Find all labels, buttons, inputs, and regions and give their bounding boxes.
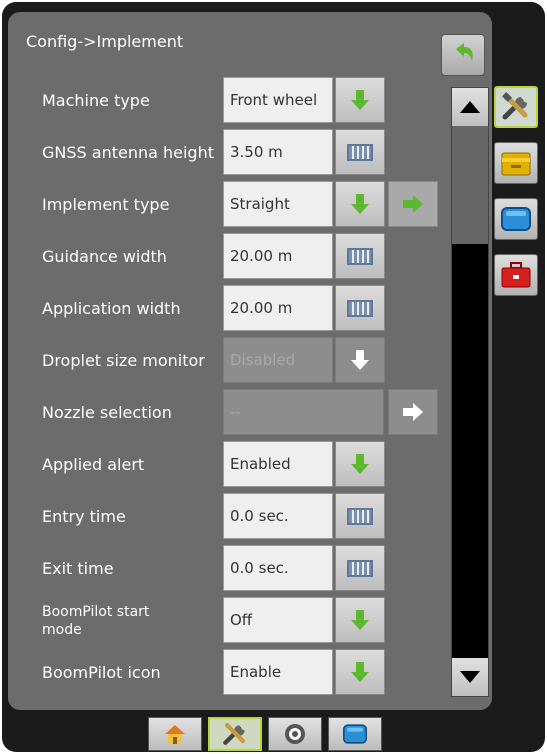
green-right-arrow-icon (403, 195, 423, 213)
nozzle-selection-next-button (388, 389, 438, 435)
row-gnss-antenna-height: GNSS antenna height 3.50 m (8, 129, 448, 177)
tab-toolbox[interactable] (494, 254, 538, 296)
keyboard-icon (347, 559, 373, 577)
tab-data-folder[interactable] (494, 142, 538, 184)
label-exit-time: Exit time (42, 559, 114, 578)
keyboard-icon (347, 507, 373, 525)
yellow-folder-icon (501, 152, 531, 176)
tools-icon (223, 723, 246, 745)
label-gnss-antenna-height: GNSS antenna height (42, 143, 214, 162)
boompilot-icon-dropdown-button[interactable] (335, 649, 385, 695)
label-machine-type: Machine type (42, 91, 150, 110)
droplet-size-monitor-field: Disabled (223, 337, 333, 383)
label-application-width: Application width (42, 299, 181, 318)
boompilot-start-mode-dropdown-button[interactable] (335, 597, 385, 643)
gnss-antenna-height-keyboard-button[interactable] (335, 129, 385, 175)
implement-type-field[interactable]: Straight (223, 181, 333, 227)
keyboard-icon (347, 143, 373, 161)
tab-console[interactable] (494, 198, 538, 240)
blue-screen-icon (501, 207, 531, 231)
triangle-up-icon (460, 101, 480, 113)
green-down-arrow-icon (351, 454, 369, 474)
keyboard-icon (347, 247, 373, 265)
row-implement-type: Implement type Straight (8, 181, 448, 229)
row-boompilot-start-mode: BoomPilot start mode Off (8, 597, 448, 645)
label-nozzle-selection: Nozzle selection (42, 403, 172, 422)
scrollbar-thumb[interactable] (452, 126, 488, 244)
guidance-width-field[interactable]: 20.00 m (223, 233, 333, 279)
scrollbar[interactable] (451, 87, 489, 697)
green-down-arrow-icon (351, 610, 369, 630)
exit-time-field[interactable]: 0.0 sec. (223, 545, 333, 591)
application-width-field[interactable]: 20.00 m (223, 285, 333, 331)
label-boompilot-start-mode: BoomPilot start mode (42, 604, 150, 638)
entry-time-keyboard-button[interactable] (335, 493, 385, 539)
scroll-down-button[interactable] (452, 658, 488, 696)
device-frame: Config->Implement Machine type Front whe… (2, 2, 545, 752)
triangle-down-icon (460, 671, 480, 683)
row-boompilot-icon: BoomPilot icon Enable (8, 649, 448, 697)
home-button[interactable] (148, 717, 202, 751)
row-exit-time: Exit time 0.0 sec. (8, 545, 448, 593)
row-guidance-width: Guidance width 20.00 m (8, 233, 448, 281)
applied-alert-dropdown-button[interactable] (335, 441, 385, 487)
implement-type-dropdown-button[interactable] (335, 181, 385, 227)
applied-alert-field[interactable]: Enabled (223, 441, 333, 487)
label-implement-type: Implement type (42, 195, 170, 214)
machine-type-field[interactable]: Front wheel (223, 77, 333, 123)
red-toolbox-icon (501, 262, 531, 288)
exit-time-keyboard-button[interactable] (335, 545, 385, 591)
boompilot-start-mode-field[interactable]: Off (223, 597, 333, 643)
tools-button[interactable] (208, 717, 262, 751)
entry-time-field[interactable]: 0.0 sec. (223, 493, 333, 539)
scroll-up-button[interactable] (452, 88, 488, 126)
label-boompilot-icon: BoomPilot icon (42, 663, 161, 682)
row-droplet-size-monitor: Droplet size monitor Disabled (8, 337, 448, 385)
row-nozzle-selection: Nozzle selection -- (8, 389, 448, 437)
target-icon (285, 724, 305, 744)
tools-icon (502, 92, 528, 120)
config-panel: Config->Implement Machine type Front whe… (8, 12, 492, 710)
label-applied-alert: Applied alert (42, 455, 145, 474)
label-guidance-width: Guidance width (42, 247, 167, 266)
row-entry-time: Entry time 0.0 sec. (8, 493, 448, 541)
bottom-nav-bar (112, 717, 412, 753)
guidance-button[interactable] (268, 717, 322, 751)
droplet-size-monitor-dropdown-button (335, 337, 385, 383)
return-arrow-icon (456, 43, 473, 61)
boompilot-icon-field[interactable]: Enable (223, 649, 333, 695)
console-button[interactable] (328, 717, 382, 751)
home-icon (165, 725, 185, 744)
blue-screen-icon (343, 724, 367, 744)
label-droplet-size-monitor: Droplet size monitor (42, 351, 205, 370)
green-down-arrow-icon (351, 90, 369, 110)
page-title: Config->Implement (26, 32, 184, 51)
application-width-keyboard-button[interactable] (335, 285, 385, 331)
row-applied-alert: Applied alert Enabled (8, 441, 448, 489)
keyboard-icon (347, 299, 373, 317)
tab-tools[interactable] (494, 86, 538, 128)
green-down-arrow-icon (351, 194, 369, 214)
row-application-width: Application width 20.00 m (8, 285, 448, 333)
side-tab-rail (492, 86, 542, 306)
row-machine-type: Machine type Front wheel (8, 77, 448, 125)
label-entry-time: Entry time (42, 507, 126, 526)
gnss-antenna-height-field[interactable]: 3.50 m (223, 129, 333, 175)
machine-type-dropdown-button[interactable] (335, 77, 385, 123)
white-down-arrow-icon (351, 350, 369, 370)
implement-type-next-button[interactable] (388, 181, 438, 227)
guidance-width-keyboard-button[interactable] (335, 233, 385, 279)
nozzle-selection-field: -- (223, 389, 384, 435)
back-button[interactable] (441, 34, 485, 76)
white-right-arrow-icon (403, 403, 423, 421)
green-down-arrow-icon (351, 662, 369, 682)
